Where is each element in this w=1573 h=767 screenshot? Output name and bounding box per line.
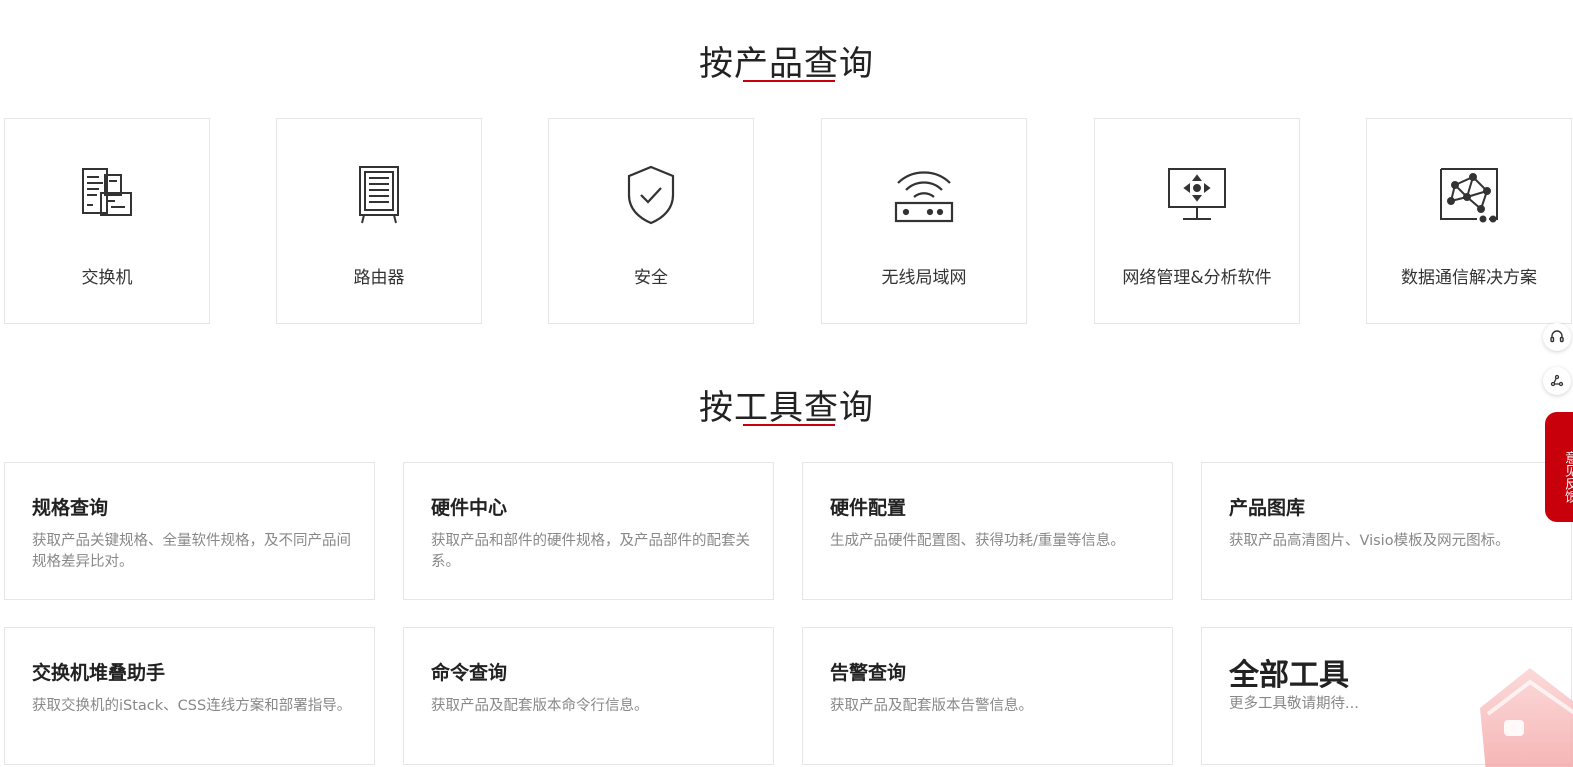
headset-icon	[1550, 330, 1564, 343]
tool-title: 交换机堆叠助手	[32, 662, 166, 684]
wifi-router-icon	[892, 163, 956, 227]
router-icon	[347, 163, 411, 227]
product-label: 数据通信解决方案	[1401, 268, 1537, 288]
product-label: 网络管理&分析软件	[1122, 268, 1272, 288]
tool-card-product-gallery[interactable]: 产品图库 获取产品高清图片、Visio模板及网元图标。	[1201, 462, 1572, 600]
tool-desc: 获取产品和部件的硬件规格，及产品部件的配套关系。	[431, 533, 750, 570]
tool-title: 全部工具	[1229, 658, 1349, 693]
tool-title: 硬件中心	[431, 497, 508, 519]
monitor-network-icon	[1165, 163, 1229, 227]
product-label: 路由器	[353, 268, 405, 288]
tool-card-alarm-query[interactable]: 告警查询 获取产品及配套版本告警信息。	[802, 627, 1173, 765]
network-topology-icon	[1437, 163, 1501, 227]
tool-title: 命令查询	[431, 662, 508, 684]
product-title-underline	[743, 80, 835, 82]
tool-desc: 获取产品及配套版本命令行信息。	[431, 698, 649, 714]
home-icon[interactable]	[1472, 662, 1573, 767]
product-card-security[interactable]: 安全	[548, 118, 754, 324]
tool-card-hardware-center[interactable]: 硬件中心 获取产品和部件的硬件规格，及产品部件的配套关系。	[403, 462, 774, 600]
security-shield-icon	[619, 163, 683, 227]
page: 按产品查询 交换机 路由器 安全 无线局域网 网络管理&分析软件 数据通信解决方…	[0, 0, 1573, 767]
feedback-button[interactable]: 意见反馈	[1545, 412, 1573, 522]
product-label: 无线局域网	[881, 268, 967, 288]
switch-icon	[75, 163, 139, 227]
tool-card-stack-assistant[interactable]: 交换机堆叠助手 获取交换机的iStack、CSS连线方案和部署指导。	[4, 627, 375, 765]
tool-desc: 获取产品高清图片、Visio模板及网元图标。	[1229, 533, 1510, 549]
customer-service-button[interactable]	[1543, 323, 1571, 351]
product-card-router[interactable]: 路由器	[276, 118, 482, 324]
product-label: 安全	[634, 268, 668, 288]
share-button[interactable]	[1543, 367, 1571, 395]
product-card-wlan[interactable]: 无线局域网	[821, 118, 1027, 324]
tool-desc: 生成产品硬件配置图、获得功耗/重量等信息。	[830, 533, 1125, 549]
product-card-network-management[interactable]: 网络管理&分析软件	[1094, 118, 1300, 324]
tool-desc: 获取产品及配套版本告警信息。	[830, 698, 1033, 714]
tool-title-underline	[743, 424, 835, 426]
product-card-datacom-solutions[interactable]: 数据通信解决方案	[1366, 118, 1572, 324]
tool-desc: 获取交换机的iStack、CSS连线方案和部署指导。	[32, 698, 352, 714]
share-icon	[1550, 374, 1564, 387]
tool-title: 硬件配置	[830, 497, 907, 519]
tool-card-spec-query[interactable]: 规格查询 获取产品关键规格、全量软件规格，及不同产品间规格差异比对。	[4, 462, 375, 600]
tool-card-hardware-config[interactable]: 硬件配置 生成产品硬件配置图、获得功耗/重量等信息。	[802, 462, 1173, 600]
tool-title: 告警查询	[830, 662, 907, 684]
product-card-switch[interactable]: 交换机	[4, 118, 210, 324]
tool-desc: 获取产品关键规格、全量软件规格，及不同产品间规格差异比对。	[32, 533, 351, 570]
tool-section-title: 按工具查询	[699, 388, 874, 428]
tool-title: 规格查询	[32, 497, 109, 519]
tool-card-command-query[interactable]: 命令查询 获取产品及配套版本命令行信息。	[403, 627, 774, 765]
product-section-title: 按产品查询	[699, 44, 874, 84]
tool-title: 产品图库	[1229, 497, 1306, 519]
product-label: 交换机	[81, 268, 133, 288]
